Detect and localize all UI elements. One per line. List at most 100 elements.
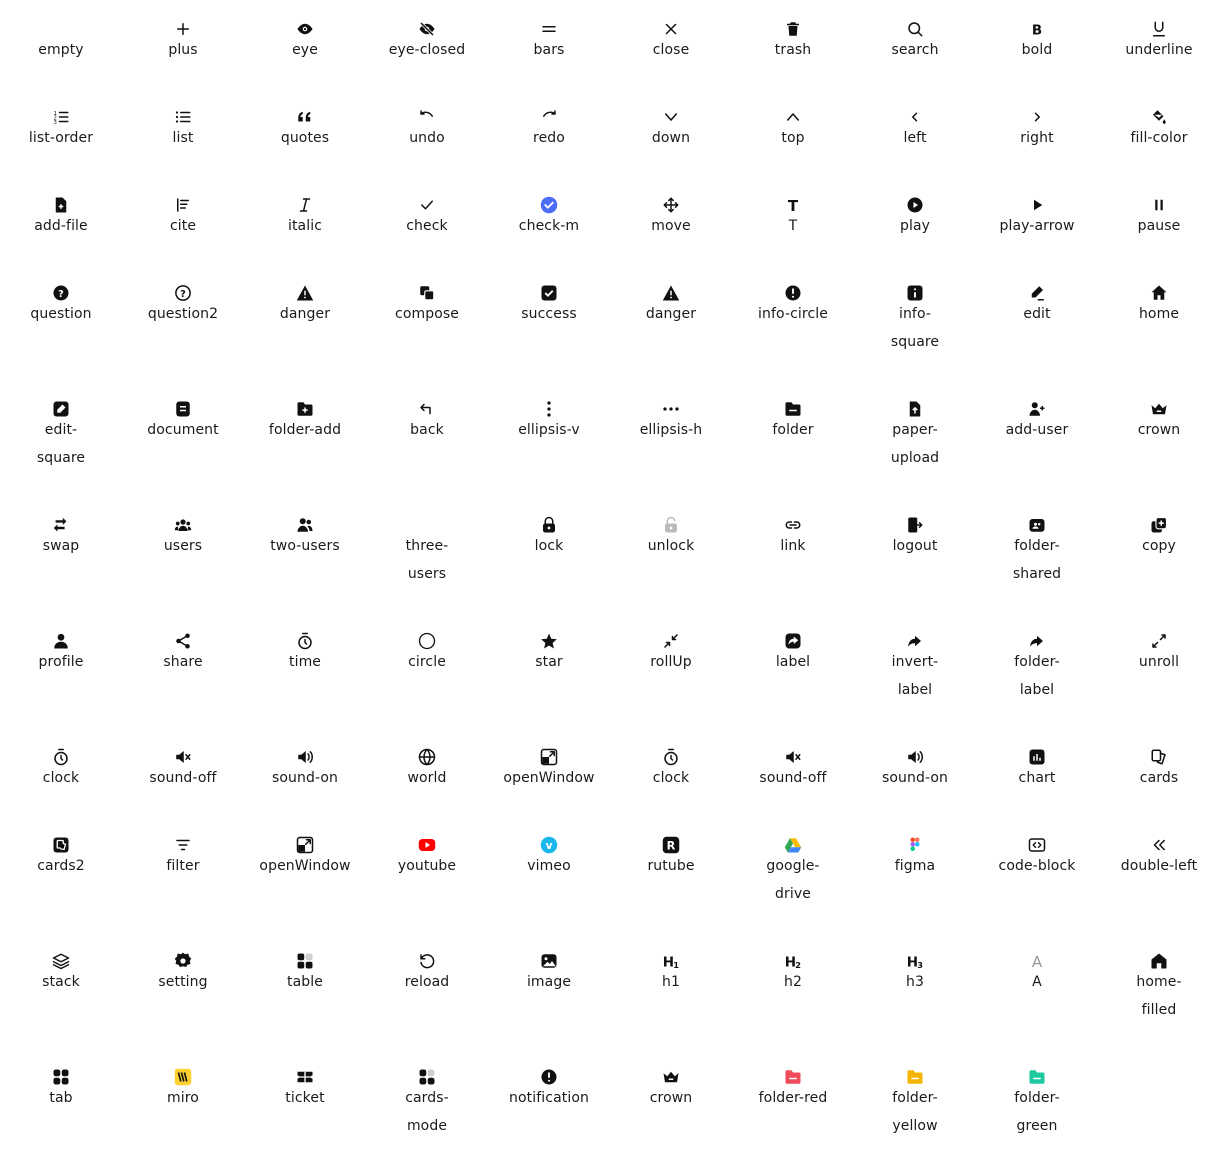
icon-tile-crown[interactable]: crown	[1098, 380, 1220, 496]
icon-tile-eye[interactable]: eye	[244, 0, 366, 88]
icon-tile-folder-add[interactable]: folder-add	[244, 380, 366, 496]
icon-tile-time[interactable]: time	[244, 612, 366, 728]
icon-tile-rutube[interactable]: Rrutube	[610, 816, 732, 932]
icon-tile-swap[interactable]: swap	[0, 496, 122, 612]
icon-tile-search[interactable]: search	[854, 0, 976, 88]
icon-tile-table[interactable]: table	[244, 932, 366, 1048]
icon-tile-sound-on[interactable]: sound-on	[854, 728, 976, 816]
icon-tile-add-file[interactable]: add-file	[0, 176, 122, 264]
icon-tile-sound-off[interactable]: sound-off	[732, 728, 854, 816]
icon-tile-check[interactable]: check	[366, 176, 488, 264]
icon-tile-crown[interactable]: crown	[610, 1048, 732, 1164]
icon-tile-invert-label[interactable]: invert- label	[854, 612, 976, 728]
icon-tile-youtube[interactable]: youtube	[366, 816, 488, 932]
icon-tile-vimeo[interactable]: v vimeo	[488, 816, 610, 932]
icon-tile-redo[interactable]: redo	[488, 88, 610, 176]
icon-tile-home[interactable]: home	[1098, 264, 1220, 380]
icon-tile-miro[interactable]: miro	[122, 1048, 244, 1164]
icon-tile-edit[interactable]: edit	[976, 264, 1098, 380]
icon-tile-question2[interactable]: ? question2	[122, 264, 244, 380]
icon-tile-unroll[interactable]: unroll	[1098, 612, 1220, 728]
icon-tile-italic[interactable]: italic	[244, 176, 366, 264]
icon-tile-info-square[interactable]: info- square	[854, 264, 976, 380]
icon-tile-clock[interactable]: clock	[610, 728, 732, 816]
icon-tile-play-arrow[interactable]: play-arrow	[976, 176, 1098, 264]
icon-tile-link[interactable]: link	[732, 496, 854, 612]
icon-tile-check-m[interactable]: check-m	[488, 176, 610, 264]
icon-tile-compose[interactable]: compose	[366, 264, 488, 380]
icon-tile-h1[interactable]: H 1 h1	[610, 932, 732, 1048]
icon-tile-underline[interactable]: underline	[1098, 0, 1220, 88]
icon-tile-list-order[interactable]: 1 2 3 list-order	[0, 88, 122, 176]
icon-tile-label[interactable]: label	[732, 612, 854, 728]
icon-tile-danger[interactable]: danger	[244, 264, 366, 380]
icon-tile-tab[interactable]: tab	[0, 1048, 122, 1164]
icon-tile-folder-green[interactable]: folder- green	[976, 1048, 1098, 1164]
icon-tile-ellipsis-h[interactable]: ellipsis-h	[610, 380, 732, 496]
icon-tile-openwindow[interactable]: openWindow	[244, 816, 366, 932]
icon-tile-cite[interactable]: cite	[122, 176, 244, 264]
icon-tile-reload[interactable]: reload	[366, 932, 488, 1048]
icon-tile-figma[interactable]: figma	[854, 816, 976, 932]
icon-tile-list[interactable]: list	[122, 88, 244, 176]
icon-tile-folder-red[interactable]: folder-red	[732, 1048, 854, 1164]
icon-tile-bars[interactable]: bars	[488, 0, 610, 88]
icon-tile-logout[interactable]: logout	[854, 496, 976, 612]
icon-tile-image[interactable]: image	[488, 932, 610, 1048]
icon-tile-two-users[interactable]: two-users	[244, 496, 366, 612]
icon-tile-add-user[interactable]: add-user	[976, 380, 1098, 496]
icon-tile-empty[interactable]: empty	[0, 0, 122, 88]
icon-tile-world[interactable]: world	[366, 728, 488, 816]
icon-tile-folder[interactable]: folder	[732, 380, 854, 496]
icon-tile-info-circle[interactable]: info-circle	[732, 264, 854, 380]
icon-tile-lock[interactable]: lock	[488, 496, 610, 612]
icon-tile-filter[interactable]: filter	[122, 816, 244, 932]
icon-tile-share[interactable]: share	[122, 612, 244, 728]
icon-tile-chart[interactable]: chart	[976, 728, 1098, 816]
icon-tile-setting[interactable]: setting	[122, 932, 244, 1048]
icon-tile-quotes[interactable]: quotes	[244, 88, 366, 176]
icon-tile-star[interactable]: star	[488, 612, 610, 728]
icon-tile-play[interactable]: play	[854, 176, 976, 264]
icon-tile-cards-mode[interactable]: cards- mode	[366, 1048, 488, 1164]
icon-tile-document[interactable]: document	[122, 380, 244, 496]
icon-tile-cards[interactable]: cards	[1098, 728, 1220, 816]
icon-tile-folder-label[interactable]: folder- label	[976, 612, 1098, 728]
icon-tile-stack[interactable]: stack	[0, 932, 122, 1048]
icon-tile-trash[interactable]: trash	[732, 0, 854, 88]
icon-tile-sound-on[interactable]: sound-on	[244, 728, 366, 816]
icon-tile-notification[interactable]: notification	[488, 1048, 610, 1164]
icon-tile-google-drive[interactable]: google- drive	[732, 816, 854, 932]
icon-tile-home-filled[interactable]: home- filled	[1098, 932, 1220, 1048]
icon-tile-danger[interactable]: danger	[610, 264, 732, 380]
icon-tile-ellipsis-v[interactable]: ellipsis-v	[488, 380, 610, 496]
icon-tile-back[interactable]: back	[366, 380, 488, 496]
icon-tile-right[interactable]: right	[976, 88, 1098, 176]
icon-tile-close[interactable]: close	[610, 0, 732, 88]
icon-tile-a[interactable]: AA	[976, 932, 1098, 1048]
icon-tile-three-users[interactable]: three- users	[366, 496, 488, 612]
icon-tile-h3[interactable]: H 3 h3	[854, 932, 976, 1048]
icon-tile-ticket[interactable]: ticket	[244, 1048, 366, 1164]
icon-tile-top[interactable]: top	[732, 88, 854, 176]
icon-tile-paper-upload[interactable]: paper- upload	[854, 380, 976, 496]
icon-tile-undo[interactable]: undo	[366, 88, 488, 176]
icon-tile-double-left[interactable]: double-left	[1098, 816, 1220, 932]
icon-tile-copy[interactable]: copy	[1098, 496, 1220, 612]
icon-tile-t[interactable]: TT	[732, 176, 854, 264]
icon-tile-users[interactable]: users	[122, 496, 244, 612]
icon-tile-fill-color[interactable]: fill-color	[1098, 88, 1220, 176]
icon-tile-plus[interactable]: plus	[122, 0, 244, 88]
icon-tile-folder-yellow[interactable]: folder- yellow	[854, 1048, 976, 1164]
icon-tile-question[interactable]: ? question	[0, 264, 122, 380]
icon-tile-cards2[interactable]: cards2	[0, 816, 122, 932]
icon-tile-sound-off[interactable]: sound-off	[122, 728, 244, 816]
icon-tile-profile[interactable]: profile	[0, 612, 122, 728]
icon-tile-success[interactable]: success	[488, 264, 610, 380]
icon-tile-bold[interactable]: Bbold	[976, 0, 1098, 88]
icon-tile-pause[interactable]: pause	[1098, 176, 1220, 264]
icon-tile-clock[interactable]: clock	[0, 728, 122, 816]
icon-tile-h2[interactable]: H 2 h2	[732, 932, 854, 1048]
icon-tile-left[interactable]: left	[854, 88, 976, 176]
icon-tile-down[interactable]: down	[610, 88, 732, 176]
